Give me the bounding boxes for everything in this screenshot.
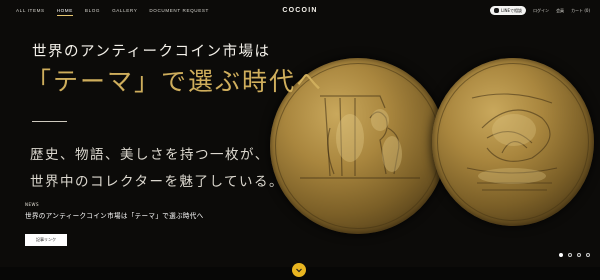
- article-link-button[interactable]: 記事リンク: [25, 234, 67, 246]
- hero-subtitle-line-2: 世界中のコレクターを魅了している。: [30, 174, 285, 190]
- medal-reverse-image: [432, 58, 594, 226]
- cart-link[interactable]: カート (0): [571, 8, 590, 14]
- line-consult-label: LINEで相談: [501, 7, 523, 13]
- carousel-dot-2[interactable]: [568, 253, 572, 257]
- carousel-dot-4[interactable]: [586, 253, 590, 257]
- hero-theme: 「テーマ」で選ぶ時代へ: [26, 67, 324, 96]
- carousel-dot-1[interactable]: [559, 253, 563, 257]
- line-consult-button[interactable]: LINEで相談: [490, 6, 527, 15]
- chevron-down-icon: [296, 268, 302, 273]
- scroll-down-button[interactable]: [292, 263, 306, 277]
- news-title[interactable]: 世界のアンティークコイン市場は「テーマ」で選ぶ時代へ: [25, 210, 204, 220]
- login-link[interactable]: ログイン: [533, 8, 549, 14]
- hero-subtitle-line-1: 歴史、物語、美しさを持つ一枚が、: [30, 147, 270, 163]
- news-label: NEWS: [25, 202, 40, 207]
- header-actions: LINEで相談 ログイン 会員 カート (0): [490, 6, 590, 15]
- site-header: ALL ITEMS HOME BLOG GALLERY DOCUMENT REQ…: [0, 0, 600, 24]
- hero-title: 世界のアンティークコイン市場は: [32, 44, 271, 60]
- hero-divider: [32, 121, 67, 122]
- hero-subtitle: 歴史、物語、美しさを持つ一枚が、 世界中のコレクターを魅了している。: [30, 142, 284, 196]
- carousel-dot-3[interactable]: [577, 253, 581, 257]
- carousel-dots: [559, 253, 590, 257]
- medal-reverse-relief: [466, 93, 558, 191]
- line-icon: [494, 8, 500, 13]
- member-link[interactable]: 会員: [556, 8, 564, 14]
